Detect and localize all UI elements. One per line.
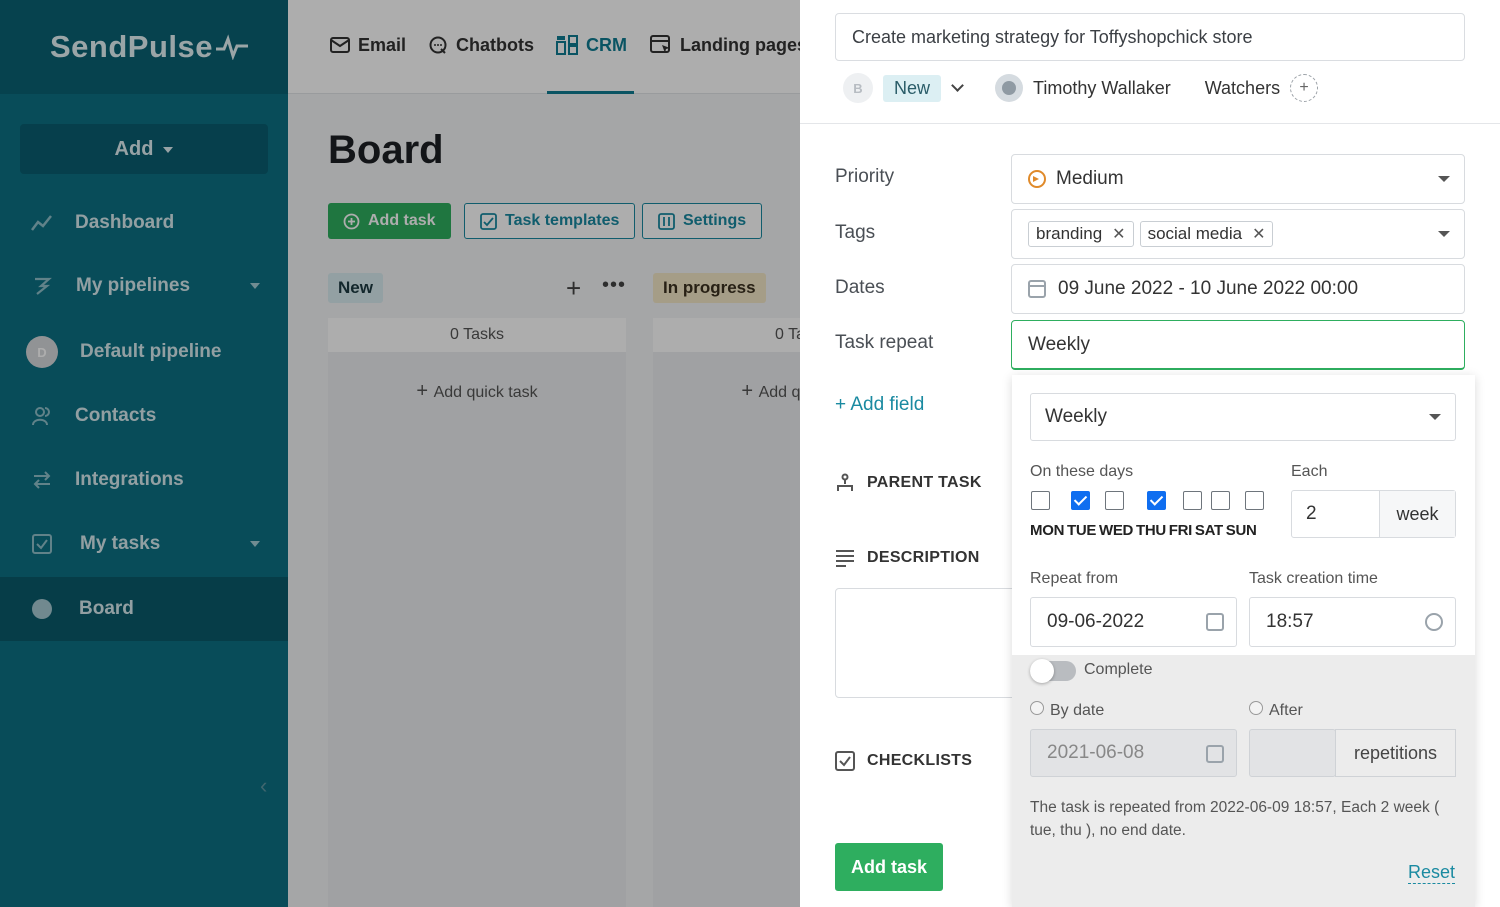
add-watcher-icon[interactable]: + (1290, 74, 1319, 102)
assignee-avatar (995, 74, 1024, 102)
task-repeat-label: Task repeat (835, 332, 934, 353)
day-label: THU (1135, 522, 1166, 539)
repetitions-unit: repetitions (1335, 729, 1456, 777)
day-checkbox-tue[interactable] (1071, 491, 1090, 510)
add-field-link[interactable]: + Add field (835, 394, 924, 416)
day-label: SUN (1225, 522, 1257, 539)
reset-link[interactable]: Reset (1408, 862, 1456, 884)
day-label: SAT (1194, 522, 1223, 539)
day-checkbox-wed[interactable] (1105, 491, 1124, 510)
task-title-input[interactable]: Create marketing strategy for Toffyshopc… (835, 13, 1465, 61)
watchers: Watchers + (1204, 74, 1319, 102)
dates-input[interactable]: 09 June 2022 - 10 June 2022 00:00 (1011, 264, 1465, 314)
tags-label: Tags (835, 222, 876, 243)
each-label: Each (1291, 463, 1328, 480)
parent-task-label: PARENT TASK (867, 474, 982, 491)
description-label: DESCRIPTION (867, 549, 980, 566)
text-lines-icon (835, 548, 855, 568)
creation-time-value: 18:57 (1266, 611, 1314, 632)
after-radio[interactable] (1249, 701, 1263, 715)
days-label: On these days (1030, 463, 1134, 480)
calendar-icon[interactable] (1206, 613, 1224, 631)
repeat-frequency-value: Weekly (1045, 406, 1107, 427)
dates-label: Dates (835, 277, 885, 298)
tag-label: branding (1036, 224, 1103, 243)
by-date-value: 2021-06-08 (1047, 742, 1145, 763)
watchers-label: Watchers (1204, 77, 1281, 98)
tag-chip: branding ✕ (1028, 221, 1134, 247)
checklists-label: CHECKLISTS (867, 752, 973, 769)
dates-value: 09 June 2022 - 10 June 2022 00:00 (1058, 278, 1359, 299)
description-section[interactable]: DESCRIPTION (835, 548, 980, 568)
remove-tag-icon[interactable]: ✕ (1112, 224, 1125, 244)
tags-select[interactable]: branding ✕ social media ✕ (1011, 209, 1465, 259)
complete-toggle[interactable] (1030, 659, 1076, 683)
remove-tag-icon[interactable]: ✕ (1252, 224, 1265, 244)
task-panel-header: Create marketing strategy for Toffyshopc… (800, 0, 1500, 124)
clock-icon[interactable] (1425, 613, 1443, 631)
priority-value: Medium (1056, 168, 1124, 189)
repeat-popover: Weekly On these days Each MON TUE WED TH… (1012, 375, 1475, 655)
each-value-input[interactable]: 2 (1292, 491, 1380, 537)
each-interval: 2 week (1291, 490, 1456, 538)
priority-label: Priority (835, 166, 895, 187)
day-checkbox-mon[interactable] (1031, 491, 1050, 510)
repeat-from-label: Repeat from (1030, 570, 1119, 587)
modal-overlay[interactable] (0, 0, 800, 907)
caret-down-icon (1438, 176, 1450, 182)
calendar-icon (1028, 280, 1046, 298)
chevron-down-icon[interactable] (951, 79, 964, 92)
creation-time-input[interactable]: 18:57 (1249, 597, 1456, 647)
day-label: FRI (1168, 522, 1193, 539)
checklists-section[interactable]: CHECKLISTS (835, 751, 972, 771)
submit-task-button[interactable]: Add task (835, 843, 943, 891)
parent-task-section[interactable]: PARENT TASK (835, 473, 982, 493)
day-label: MON (1030, 522, 1065, 539)
creation-time-label: Task creation time (1249, 570, 1378, 587)
repeat-from-input[interactable]: 09-06-2022 (1030, 597, 1237, 647)
status-badge[interactable]: New (883, 74, 942, 102)
caret-down-icon (1438, 231, 1450, 237)
hierarchy-icon (835, 473, 855, 493)
assignee-name: Timothy Wallaker (1033, 77, 1171, 98)
day-label: WED (1098, 522, 1134, 539)
task-status-row: B New Timothy Wallaker Watchers + (843, 73, 1319, 103)
avatar: B (843, 73, 873, 103)
by-date-input[interactable]: 2021-06-08 (1030, 729, 1237, 777)
repetitions-input[interactable] (1249, 729, 1336, 777)
after-label: After (1269, 702, 1303, 719)
description-textarea[interactable] (835, 588, 1035, 698)
day-label: TUE (1066, 522, 1097, 539)
day-checkbox-thu[interactable] (1147, 491, 1166, 510)
day-checkbox-sat[interactable] (1211, 491, 1230, 510)
repeat-from-value: 09-06-2022 (1047, 611, 1145, 632)
repeat-frequency-select[interactable]: Weekly (1030, 393, 1456, 441)
checkbox-icon (835, 751, 855, 771)
repeat-summary: The task is repeated from 2022-06-09 18:… (1030, 799, 1440, 839)
task-repeat-input[interactable]: Weekly (1011, 320, 1465, 370)
each-unit: week (1380, 491, 1455, 537)
by-date-label: By date (1050, 702, 1105, 719)
day-labels: MON TUE WED THU FRI SAT SUN (1030, 522, 1257, 539)
caret-down-icon (1429, 414, 1441, 420)
tag-chip: social media ✕ (1139, 221, 1274, 247)
day-checkbox-fri[interactable] (1183, 491, 1202, 510)
tag-label: social media (1147, 224, 1243, 243)
by-date-radio[interactable] (1030, 701, 1044, 715)
calendar-icon (1206, 745, 1224, 763)
priority-select[interactable]: Medium (1011, 154, 1465, 204)
day-checkbox-sun[interactable] (1245, 491, 1264, 510)
assignee[interactable]: Timothy Wallaker (995, 74, 1171, 102)
complete-label: Complete (1084, 661, 1153, 678)
priority-medium-icon (1028, 170, 1046, 188)
